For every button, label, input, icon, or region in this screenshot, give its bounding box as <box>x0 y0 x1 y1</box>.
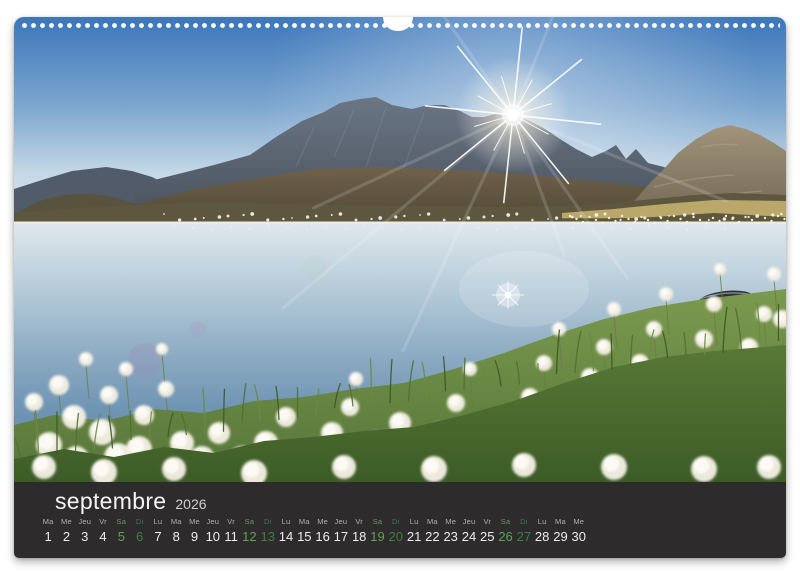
day-label: Me <box>61 517 72 526</box>
day-number: 19 <box>370 529 384 544</box>
day-label: Ma <box>299 517 310 526</box>
calendar-day-column: Di 13 <box>259 517 277 544</box>
day-label: Di <box>136 517 143 526</box>
day-number: 15 <box>297 529 311 544</box>
day-number: 6 <box>136 529 143 544</box>
day-label: Me <box>573 517 584 526</box>
day-label: Vr <box>355 517 363 526</box>
day-label: Sa <box>373 517 383 526</box>
day-label: Ma <box>43 517 54 526</box>
day-number: 23 <box>443 529 457 544</box>
calendar-day-column: Di 6 <box>130 517 148 544</box>
day-number: 16 <box>315 529 329 544</box>
calendar-day-column: Jeu 3 <box>76 517 94 544</box>
day-number: 28 <box>535 529 549 544</box>
calendar-day-column: Vr 11 <box>222 517 240 544</box>
day-number: 8 <box>173 529 180 544</box>
day-number: 27 <box>517 529 531 544</box>
calendar-day-column: Sa 12 <box>240 517 258 544</box>
day-number: 24 <box>462 529 476 544</box>
calendar-day-column: Jeu 10 <box>204 517 222 544</box>
calendar-day-column: Me 23 <box>442 517 460 544</box>
day-label: Vr <box>483 517 491 526</box>
day-label: Ma <box>555 517 566 526</box>
day-number: 7 <box>154 529 161 544</box>
day-number: 25 <box>480 529 494 544</box>
day-label: Sa <box>245 517 255 526</box>
calendar-day-column: Jeu 17 <box>332 517 350 544</box>
calendar-day-column: Me 9 <box>185 517 203 544</box>
day-label: Lu <box>410 517 419 526</box>
day-number: 14 <box>279 529 293 544</box>
calendar-day-column: Me 2 <box>57 517 75 544</box>
calendar-day-column: Ma 22 <box>423 517 441 544</box>
calendar-product-page: septembre 2026 Ma1Me2Jeu3Vr4Sa5Di6Lu7Ma8… <box>0 0 800 577</box>
day-label: Ma <box>427 517 438 526</box>
month-header: septembre 2026 <box>55 488 207 515</box>
day-number: 30 <box>572 529 586 544</box>
calendar-day-column: Di 27 <box>515 517 533 544</box>
calendar-day-column: Ma 15 <box>295 517 313 544</box>
calendar-day-column: Ma 29 <box>551 517 569 544</box>
day-label: Sa <box>501 517 511 526</box>
day-number: 12 <box>242 529 256 544</box>
day-number: 13 <box>260 529 274 544</box>
day-label: Me <box>445 517 456 526</box>
day-label: Di <box>520 517 527 526</box>
day-number: 26 <box>498 529 512 544</box>
calendar-day-column: Vr 4 <box>94 517 112 544</box>
day-label: Sa <box>117 517 127 526</box>
calendar-band: septembre 2026 Ma1Me2Jeu3Vr4Sa5Di6Lu7Ma8… <box>14 482 786 558</box>
day-label: Di <box>392 517 399 526</box>
calendar-day-column: Lu 7 <box>149 517 167 544</box>
landscape-illustration <box>14 17 786 482</box>
day-label: Vr <box>227 517 235 526</box>
year-label: 2026 <box>175 496 206 512</box>
day-label: Jeu <box>78 517 91 526</box>
calendar-day-column: Me 16 <box>313 517 331 544</box>
calendar-day-column: Vr 18 <box>350 517 368 544</box>
month-name: septembre <box>55 488 166 515</box>
day-number: 11 <box>224 529 238 544</box>
calendar-day-column: Lu 14 <box>277 517 295 544</box>
day-grid: Ma 1 Me 2 Jeu 3 Vr 4 Sa 5 Di 6 Lu 7 Ma 8 Me 9 Jeu 10 Vr 11 Sa 1… <box>39 517 588 544</box>
calendar-day-column: Lu 28 <box>533 517 551 544</box>
calendar-day-column: Lu 21 <box>405 517 423 544</box>
day-number: 3 <box>81 529 88 544</box>
day-label: Ma <box>171 517 182 526</box>
day-label: Jeu <box>463 517 476 526</box>
day-number: 17 <box>334 529 348 544</box>
calendar-day-column: Sa 5 <box>112 517 130 544</box>
day-number: 18 <box>352 529 366 544</box>
day-label: Lu <box>282 517 291 526</box>
calendar-sheet: septembre 2026 Ma1Me2Jeu3Vr4Sa5Di6Lu7Ma8… <box>14 17 786 558</box>
day-number: 10 <box>206 529 220 544</box>
day-label: Me <box>317 517 328 526</box>
calendar-day-column: Me 30 <box>570 517 588 544</box>
day-number: 21 <box>407 529 421 544</box>
day-label: Jeu <box>206 517 219 526</box>
day-number: 9 <box>191 529 198 544</box>
day-number: 20 <box>389 529 403 544</box>
calendar-day-column: Ma 1 <box>39 517 57 544</box>
day-label: Vr <box>99 517 107 526</box>
day-number: 4 <box>99 529 106 544</box>
calendar-day-column: Sa 26 <box>496 517 514 544</box>
calendar-day-column: Ma 8 <box>167 517 185 544</box>
day-number: 22 <box>425 529 439 544</box>
day-label: Jeu <box>335 517 348 526</box>
day-number: 29 <box>553 529 567 544</box>
calendar-day-column: Vr 25 <box>478 517 496 544</box>
calendar-day-column: Di 20 <box>387 517 405 544</box>
day-number: 2 <box>63 529 70 544</box>
day-label: Di <box>264 517 271 526</box>
day-label: Me <box>189 517 200 526</box>
calendar-day-column: Jeu 24 <box>460 517 478 544</box>
day-number: 1 <box>45 529 52 544</box>
day-label: Lu <box>538 517 547 526</box>
calendar-day-column: Sa 19 <box>368 517 386 544</box>
day-label: Lu <box>154 517 163 526</box>
landscape-photo <box>14 17 786 482</box>
day-number: 5 <box>118 529 125 544</box>
